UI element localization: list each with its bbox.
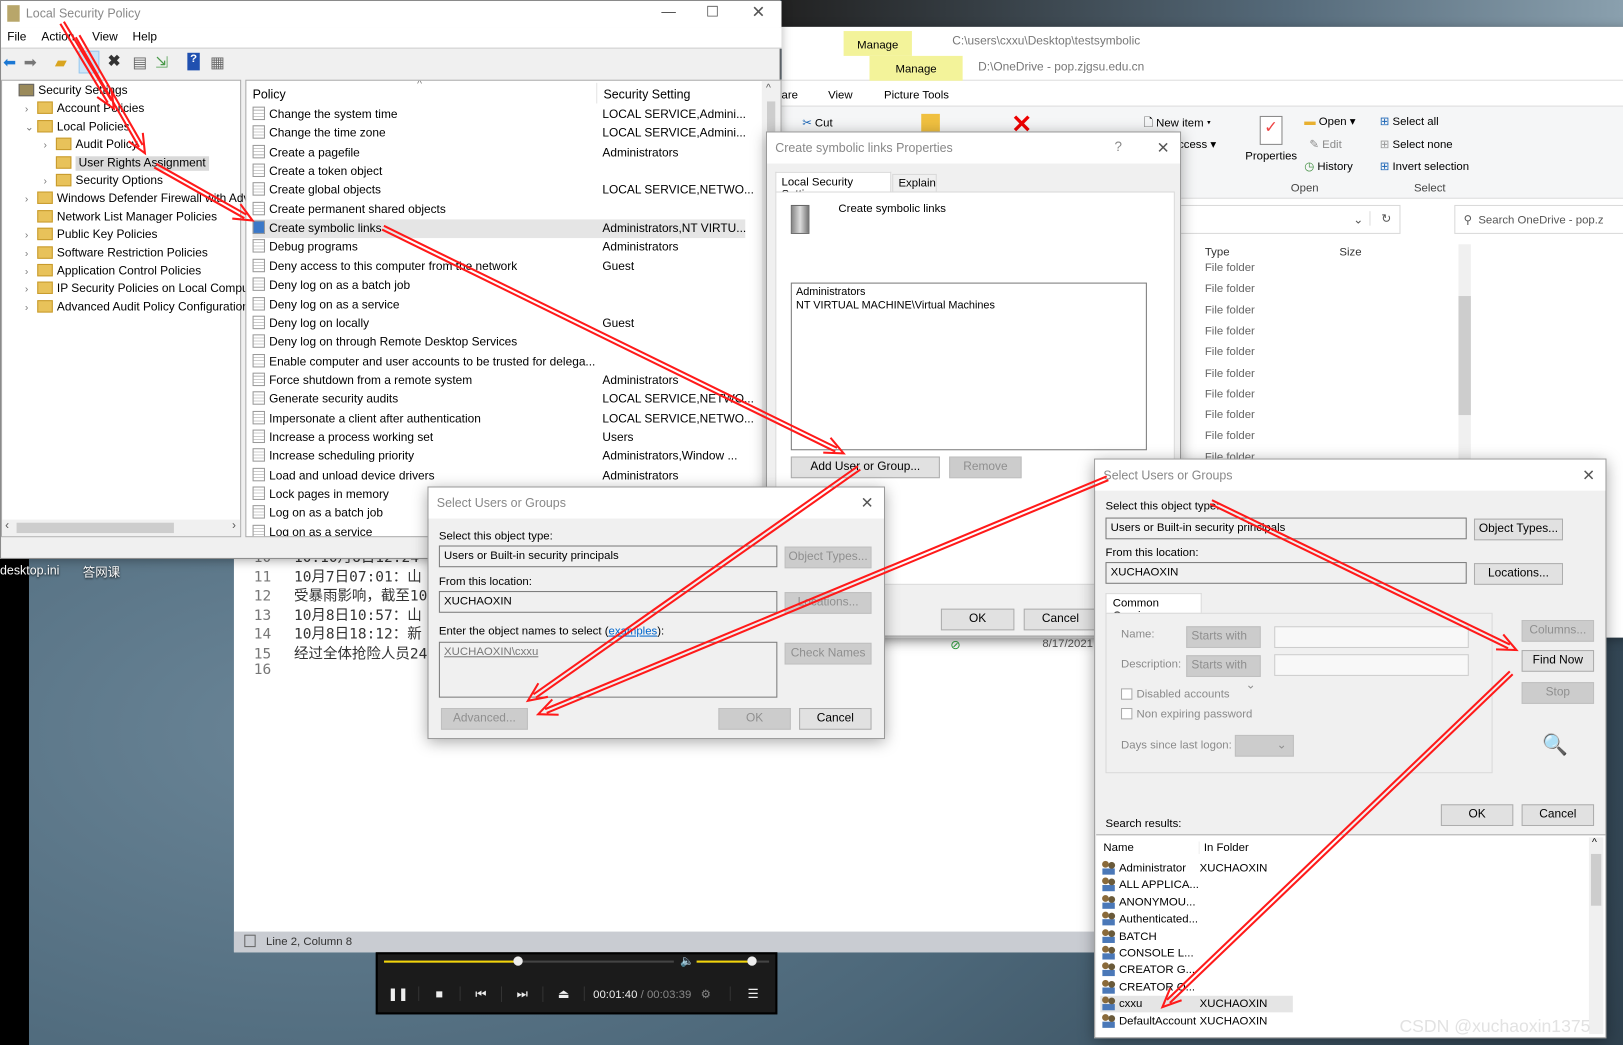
- arrow-shaft: [74, 36, 140, 148]
- arrow-shaft: [532, 465, 859, 696]
- arrow-shaft: [155, 162, 247, 216]
- arrow-shaft: [535, 468, 861, 699]
- arrow-shaft: [1211, 499, 1511, 646]
- watermark: CSDN @xuchaoxin1375: [1399, 1016, 1591, 1037]
- arrow-shaft: [383, 224, 838, 449]
- annotation-arrows: [59, 21, 1519, 1009]
- arrow-shaft: [544, 475, 1108, 711]
- arrow-shaft: [78, 34, 144, 146]
- arrow-shaft: [1209, 502, 1509, 650]
- arrow-shaft: [59, 23, 109, 104]
- arrow-shaft: [153, 166, 245, 220]
- arrow-shaft: [1169, 673, 1514, 1004]
- arrow-shaft: [546, 479, 1109, 714]
- desktop: desktop.ini 答网课 1010:10月6日12:241110月7日07…: [0, 0, 1623, 1045]
- arrow-shaft: [381, 228, 836, 453]
- arrow-shaft: [1166, 670, 1511, 1001]
- arrow-head: [1160, 987, 1182, 1009]
